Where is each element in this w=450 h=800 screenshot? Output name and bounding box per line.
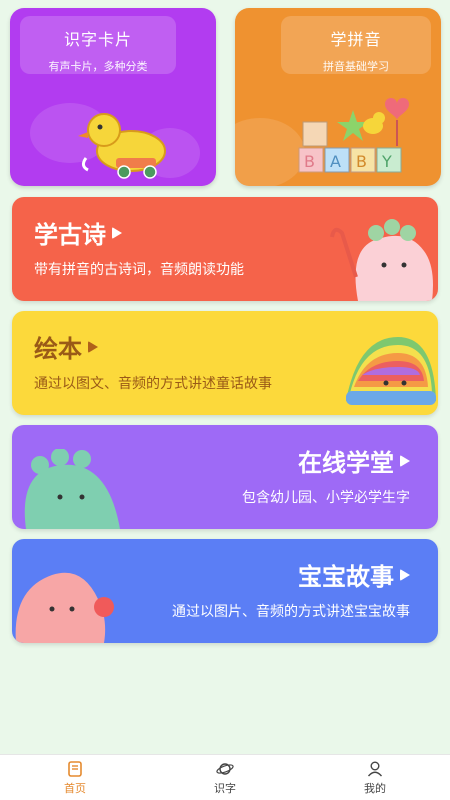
svg-text:Y: Y	[381, 152, 392, 171]
duck-toy-icon	[78, 113, 166, 179]
card-title: 识字卡片	[63, 30, 132, 49]
green-monster-icon	[24, 449, 121, 529]
card-title: 在线学堂	[298, 443, 410, 478]
card-title: 学古诗	[34, 215, 122, 250]
card-huiben[interactable]: 绘本 通过以图文、音频的方式讲述童话故事	[12, 311, 438, 415]
card-shizi[interactable]: 识字卡片 有声卡片，多种分类	[10, 8, 216, 186]
svg-text:A: A	[330, 152, 341, 171]
planet-icon	[216, 762, 234, 775]
card-subtitle: 通过以图文、音频的方式讲述童话故事	[34, 376, 272, 392]
tab-label: 我的	[364, 781, 386, 795]
card-gushi-baobao[interactable]: 宝宝故事 通过以图片、音频的方式讲述宝宝故事	[12, 539, 438, 643]
home-book-icon	[68, 760, 82, 777]
card-subtitle: 拼音基础学习	[323, 60, 389, 73]
tab-shizi[interactable]: 识字	[150, 755, 300, 800]
bottom-tab-bar: 首页 识字 我的	[0, 754, 450, 800]
card-zaixian[interactable]: 在线学堂 包含幼儿园、小学必学生字	[12, 425, 438, 529]
card-subtitle: 有声卡片，多种分类	[48, 60, 148, 73]
baby-blocks-icon: B A B Y	[298, 98, 409, 173]
tab-home[interactable]: 首页	[0, 755, 150, 800]
card-subtitle: 通过以图片、音频的方式讲述宝宝故事	[172, 604, 410, 620]
peach-monster-icon	[15, 572, 114, 643]
card-title: 宝宝故事	[298, 557, 410, 592]
tab-label: 识字	[214, 781, 236, 795]
rainbow-monster-icon	[346, 337, 436, 405]
pink-monster-icon	[330, 219, 433, 301]
play-icon	[112, 226, 122, 239]
tab-mine[interactable]: 我的	[300, 755, 450, 800]
play-icon	[88, 340, 98, 353]
play-icon	[400, 568, 410, 581]
svg-text:B: B	[356, 152, 367, 171]
card-subtitle: 包含幼儿园、小学必学生字	[242, 490, 410, 506]
card-title: 学拼音	[330, 30, 382, 49]
svg-text:B: B	[304, 152, 315, 171]
card-subtitle: 带有拼音的古诗词，音频朗读功能	[34, 262, 244, 278]
card-pinyin[interactable]: 学拼音 拼音基础学习 B A B Y	[235, 8, 441, 186]
user-icon	[367, 761, 383, 776]
card-title: 绘本	[34, 329, 98, 364]
card-gushi[interactable]: 学古诗 带有拼音的古诗词，音频朗读功能	[12, 197, 438, 301]
card-label-box: 学拼音 拼音基础学习	[281, 16, 431, 74]
card-label-box: 识字卡片 有声卡片，多种分类	[20, 16, 176, 74]
play-icon	[400, 454, 410, 467]
tab-label: 首页	[64, 781, 86, 795]
